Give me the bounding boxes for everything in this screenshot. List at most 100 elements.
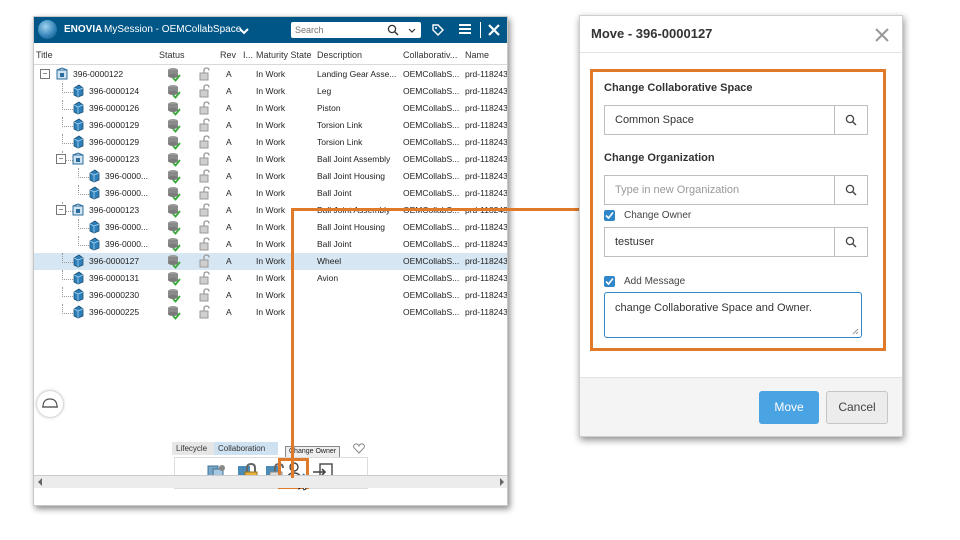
- search-input[interactable]: [295, 24, 383, 36]
- unlocked-icon: [199, 118, 210, 132]
- row-name: prd-118243: [465, 171, 508, 181]
- table-row[interactable]: 396-0000127 A In Work Wheel OEMCollabS... prd…: [34, 253, 507, 270]
- maturity-status-icon: [168, 272, 181, 286]
- resize-handle-icon[interactable]: [852, 328, 859, 335]
- row-maturity-state: In Work: [256, 188, 286, 198]
- connector-horizontal: [291, 208, 579, 211]
- row-title: 396-0000...: [105, 239, 149, 249]
- add-message-checkbox[interactable]: [604, 276, 615, 287]
- table-row[interactable]: − 396-0000123 A In Work Ball Joint Assembly O…: [34, 151, 507, 168]
- table-row[interactable]: 396-0000... A In Work Ball Joint OEMCollabS.…: [34, 236, 507, 253]
- assembly-icon: [56, 67, 68, 80]
- row-collab-space: OEMCollabS...: [403, 188, 460, 198]
- row-maturity-state: In Work: [256, 222, 286, 232]
- table-row[interactable]: 396-0000129 A In Work Torsion Link OEMCollab…: [34, 134, 507, 151]
- col-maturity[interactable]: Maturity State: [256, 50, 312, 60]
- row-title: 396-0000131: [89, 273, 140, 283]
- col-rev[interactable]: Rev: [220, 50, 236, 60]
- helmet-icon[interactable]: [37, 391, 63, 417]
- row-name: prd-118243: [465, 137, 508, 147]
- table-row[interactable]: 396-0000230 A In Work OEMCollabS... prd-1182…: [34, 287, 507, 304]
- unlocked-icon: [199, 67, 210, 81]
- row-revision: A: [226, 256, 232, 266]
- col-i[interactable]: I...: [243, 50, 253, 60]
- col-status[interactable]: Status: [159, 50, 185, 60]
- organization-search-button[interactable]: [834, 176, 867, 204]
- table-row[interactable]: 396-0000131 A In Work Avion OEMCollabS... prd…: [34, 270, 507, 287]
- cancel-button[interactable]: Cancel: [826, 391, 888, 424]
- col-name[interactable]: Name: [465, 50, 489, 60]
- dialog-title: Move - 396-0000127: [591, 26, 713, 41]
- table-row[interactable]: − 396-0000122 A In Work Landing Gear Asse...…: [34, 66, 507, 83]
- col-description[interactable]: Description: [317, 50, 362, 60]
- close-icon[interactable]: [875, 28, 889, 42]
- chevron-down-icon[interactable]: [239, 26, 249, 36]
- row-revision: A: [226, 103, 232, 113]
- unlocked-icon: [199, 237, 210, 251]
- row-name: prd-118243: [465, 290, 508, 300]
- table-row[interactable]: 396-0000... A In Work Ball Joint Housing OEM…: [34, 219, 507, 236]
- collab-space-search-button[interactable]: [834, 106, 867, 134]
- scroll-left-icon[interactable]: [37, 478, 43, 486]
- search-box[interactable]: [291, 22, 421, 38]
- row-revision: A: [226, 69, 232, 79]
- horizontal-scrollbar[interactable]: [34, 475, 507, 488]
- tag-icon[interactable]: [431, 23, 445, 37]
- row-name: prd-118243: [465, 120, 508, 130]
- row-description: Piston: [317, 103, 341, 113]
- table-row[interactable]: 396-0000225 A In Work OEMCollabS... prd-1182…: [34, 304, 507, 321]
- table-row[interactable]: 396-0000... A In Work Ball Joint OEMCollabS.…: [34, 185, 507, 202]
- owner-field[interactable]: testuser: [604, 227, 868, 257]
- organization-field[interactable]: Type in new Organization: [604, 175, 868, 205]
- col-collab[interactable]: Collaborativ...: [403, 50, 457, 60]
- part-icon: [89, 237, 100, 251]
- search-icon[interactable]: [387, 24, 399, 36]
- toolbar-divider: [480, 22, 481, 38]
- row-name: prd-118243: [465, 273, 508, 283]
- move-button[interactable]: Move: [759, 391, 819, 424]
- chevron-down-icon[interactable]: [408, 27, 416, 35]
- row-description: Landing Gear Asse...: [317, 69, 397, 79]
- row-title: 396-0000...: [105, 188, 149, 198]
- tab-lifecycle[interactable]: Lifecycle: [172, 442, 216, 455]
- collapse-toggle-icon[interactable]: −: [40, 69, 50, 79]
- move-dialog: Move - 396-0000127 Change Collaborative …: [579, 15, 903, 437]
- assembly-icon: [72, 152, 84, 165]
- tab-collaboration[interactable]: Collaboration: [214, 442, 278, 455]
- scroll-right-icon[interactable]: [499, 478, 505, 486]
- row-maturity-state: In Work: [256, 120, 286, 130]
- table-row[interactable]: 396-0000126 A In Work Piston OEMCollabS... pr…: [34, 100, 507, 117]
- collab-space-label: Change Collaborative Space: [604, 82, 753, 94]
- row-revision: A: [226, 120, 232, 130]
- row-maturity-state: In Work: [256, 239, 286, 249]
- table-row[interactable]: 396-0000129 A In Work Torsion Link OEMCollab…: [34, 117, 507, 134]
- collapse-toggle-icon[interactable]: −: [56, 154, 66, 164]
- row-collab-space: OEMCollabS...: [403, 154, 460, 164]
- table-row[interactable]: 396-0000... A In Work Ball Joint Housing OEM…: [34, 168, 507, 185]
- maturity-status-icon: [168, 238, 181, 252]
- row-collab-space: OEMCollabS...: [403, 273, 460, 283]
- compass-logo-icon[interactable]: [38, 20, 57, 39]
- checkmark-icon: [605, 211, 614, 220]
- heart-icon[interactable]: [353, 443, 365, 454]
- change-owner-checkbox[interactable]: [604, 210, 615, 221]
- collapse-toggle-icon[interactable]: −: [56, 205, 66, 215]
- owner-value: testuser: [615, 236, 655, 248]
- menu-icon[interactable]: [458, 22, 472, 36]
- unlocked-icon: [199, 152, 210, 166]
- close-icon[interactable]: [488, 24, 500, 36]
- row-description: Torsion Link: [317, 120, 363, 130]
- row-name: prd-118243: [465, 307, 508, 317]
- col-title[interactable]: Title: [36, 50, 53, 60]
- collab-space-field[interactable]: Common Space: [604, 105, 868, 135]
- maturity-status-icon: [168, 289, 181, 303]
- unlocked-icon: [199, 271, 210, 285]
- row-revision: A: [226, 273, 232, 283]
- row-collab-space: OEMCollabS...: [403, 239, 460, 249]
- unlocked-icon: [199, 84, 210, 98]
- message-textarea[interactable]: change Collaborative Space and Owner.: [604, 292, 862, 338]
- enovia-panel: ENOVIA MySession - OEMCollabSpace Search…: [33, 16, 508, 506]
- table-row[interactable]: 396-0000124 A In Work Leg OEMCollabS... prd-1…: [34, 83, 507, 100]
- owner-search-button[interactable]: [834, 228, 867, 256]
- session-selector[interactable]: MySession - OEMCollabSpace: [104, 24, 241, 35]
